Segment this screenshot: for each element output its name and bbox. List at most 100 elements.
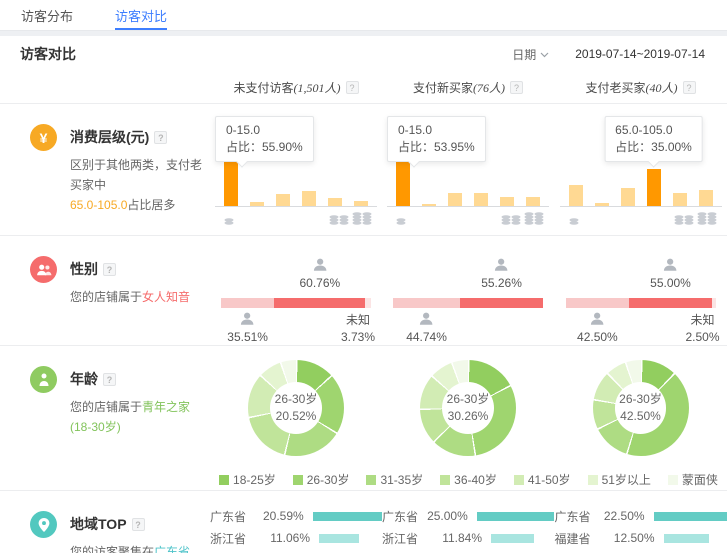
x-axis	[560, 206, 722, 207]
consume-bar[interactable]	[699, 190, 713, 206]
gender-bar[interactable]	[221, 298, 371, 308]
consume-bar[interactable]	[673, 193, 687, 206]
top-tabbar: 访客分布 访客对比	[0, 0, 727, 31]
region-bar[interactable]	[491, 534, 534, 543]
consume-chart-unpaid[interactable]: 0-15.0占比：55.90%	[210, 104, 382, 235]
legend-item: 蒙面侠	[668, 471, 718, 488]
gender-chart-old-buyers[interactable]: 55.00%42.50%未知2.50%	[554, 236, 727, 350]
low-spend-icon	[224, 210, 234, 226]
legend-item: 31-35岁	[366, 471, 423, 488]
consume-bar[interactable]	[474, 193, 488, 206]
consume-bar[interactable]	[500, 197, 514, 206]
male-share: 42.50%	[577, 312, 618, 345]
male-icon	[240, 314, 255, 328]
consume-bar[interactable]	[526, 197, 540, 206]
gender-chart-unpaid[interactable]: 60.76% 35.51% 未知3.73%	[210, 236, 382, 350]
help-icon[interactable]: ?	[346, 81, 359, 94]
consume-bar[interactable]	[621, 188, 635, 206]
region-bar[interactable]	[319, 534, 359, 543]
section-title: 地域TOP	[70, 516, 127, 532]
low-spend-icon	[569, 210, 579, 226]
age-donut-unpaid[interactable]: 26-30岁20.52%	[210, 346, 382, 460]
section-desc: 您的店铺属于女人知音	[70, 287, 190, 307]
region-pct: 20.59%	[257, 509, 304, 523]
section-region-top: 地域TOP? 您的访客聚集在广东省 广东省 20.59% 浙江省11.06% 广东省…	[0, 491, 727, 553]
help-icon[interactable]: ?	[154, 131, 167, 144]
male-share: 35.51%	[227, 312, 268, 345]
chart-tooltip: 0-15.0占比：53.95%	[387, 116, 486, 162]
age-donut-new-buyers[interactable]: 26-30岁30.26%	[382, 346, 554, 460]
section-gender: 性别? 您的店铺属于女人知音 60.76%35.51%未知3.73% 55.26…	[0, 236, 727, 346]
gender-bar[interactable]	[566, 298, 716, 308]
consume-bar[interactable]	[647, 169, 661, 206]
tab-visitor-compare[interactable]: 访客对比	[115, 0, 167, 30]
region-row	[210, 549, 382, 553]
region-pct: 25.00%	[425, 509, 468, 523]
region-name: 浙江省	[382, 530, 432, 547]
chart-tooltip: 0-15.0占比：55.90%	[215, 116, 314, 162]
region-row	[555, 549, 727, 553]
section-age: 年龄? 您的店铺属于青年之家(18-30岁) 26-30岁20.52% 26-3…	[0, 346, 727, 491]
female-share: 55.00%	[650, 258, 691, 291]
page-title: 访客对比	[20, 44, 76, 64]
female-icon	[312, 260, 327, 274]
section-title: 年龄	[70, 371, 98, 387]
date-range-picker[interactable]: 2019-07-14~2019-07-14	[575, 47, 707, 61]
column-header-new-buyers: 支付新买家(76人)?	[382, 79, 554, 96]
column-header-old-buyers: 支付老买家(40人)?	[554, 79, 727, 96]
region-name: 广东省	[555, 508, 600, 525]
region-list-unpaid[interactable]: 广东省20.59%浙江省11.06%	[210, 491, 382, 553]
section-desc: 您的访客聚集在广东省	[70, 542, 190, 553]
consume-chart-new-buyers[interactable]: 0-15.0占比：53.95%	[382, 104, 554, 235]
help-icon[interactable]: ?	[683, 81, 696, 94]
consume-bar[interactable]	[276, 194, 290, 206]
age-donut-old-buyers[interactable]: 26-30岁42.50%	[554, 346, 727, 460]
tab-visitor-distribution[interactable]: 访客分布	[21, 0, 73, 30]
section-desc: 您的店铺属于青年之家(18-30岁)	[70, 397, 210, 437]
consume-bar[interactable]	[302, 191, 316, 206]
region-name: 福建省	[555, 530, 605, 547]
female-share: 60.76%	[299, 258, 340, 291]
consume-bar[interactable]	[448, 193, 462, 206]
x-axis	[387, 206, 549, 207]
low-spend-icon	[396, 210, 406, 226]
consume-chart-old-buyers[interactable]: 65.0-105.0占比：35.00%	[554, 104, 727, 235]
region-pct: 12.50%	[605, 531, 655, 545]
help-icon[interactable]: ?	[132, 518, 145, 531]
region-pct: 11.84%	[432, 531, 482, 545]
high-spend-icon	[501, 210, 544, 226]
location-pin-icon	[30, 511, 57, 538]
section-title: 消费层级(元)	[70, 129, 149, 145]
male-share: 44.74%	[406, 312, 447, 345]
region-bar[interactable]	[313, 512, 382, 521]
section-title: 性别	[70, 261, 98, 277]
region-list-new-buyers[interactable]: 广东省25.00% 浙江省11.84%	[382, 491, 554, 553]
consume-bar[interactable]	[328, 198, 342, 206]
yuan-icon: ¥	[30, 124, 57, 151]
chart-tooltip: 65.0-105.0占比：35.00%	[604, 116, 703, 162]
region-bar[interactable]	[654, 512, 727, 521]
age-legend: 18-25岁26-30岁31-35岁36-40岁41-50岁51岁以上蒙面侠	[210, 469, 727, 490]
gender-bar[interactable]	[393, 298, 543, 308]
people-icon	[30, 256, 57, 283]
region-list-old-buyers[interactable]: 广东省22.50%福建省12.50%	[554, 491, 727, 553]
help-icon[interactable]: ?	[103, 263, 116, 276]
region-name: 广东省	[382, 508, 425, 525]
unknown-share: 未知3.73%	[341, 312, 375, 346]
female-icon	[663, 260, 678, 274]
gender-chart-new-buyers[interactable]: 55.26%44.74%	[382, 236, 554, 350]
help-icon[interactable]: ?	[103, 373, 116, 386]
help-icon[interactable]: ?	[510, 81, 523, 94]
donut-center-label: 26-30岁20.52%	[270, 382, 322, 434]
x-axis	[215, 206, 377, 207]
region-bar[interactable]	[477, 512, 554, 521]
column-header-unpaid: 未支付访客(1,501人)?	[210, 79, 382, 96]
consume-bar[interactable]	[569, 185, 583, 206]
date-type-dropdown[interactable]: 日期	[512, 46, 549, 63]
legend-item: 26-30岁	[293, 471, 350, 488]
region-row	[382, 549, 554, 553]
region-bar[interactable]	[664, 534, 709, 543]
column-headers: 未支付访客(1,501人)? 支付新买家(76人)? 支付老买家(40人)?	[0, 72, 727, 104]
region-row: 浙江省11.06%	[210, 527, 382, 549]
card-header: 访客对比 日期 2019-07-14~2019-07-14	[0, 36, 727, 72]
